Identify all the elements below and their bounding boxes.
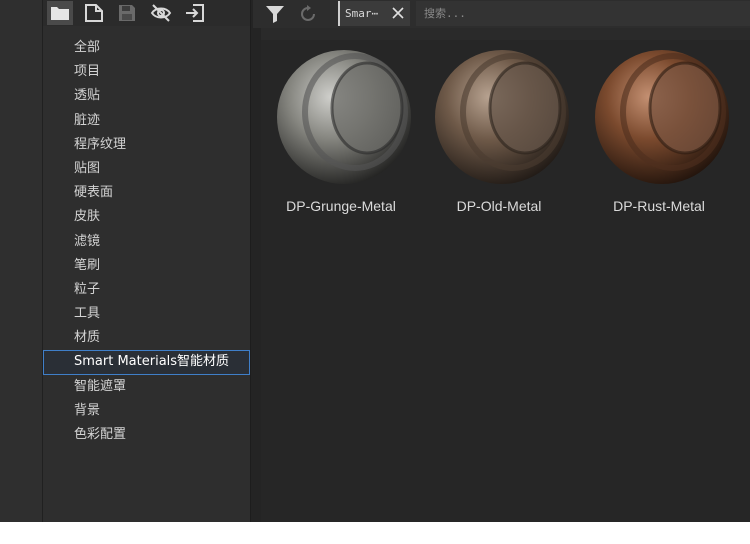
category-item-materials[interactable]: 材质 (43, 326, 250, 350)
asset-toolbar: Smar⋯ (253, 0, 750, 28)
category-item-smart-materials[interactable]: Smart Materials智能材质 (43, 350, 250, 375)
shelf-window: 全部 项目 透贴 脏迹 程序纹理 贴图 硬表面 皮肤 滤镜 笔刷 粒子 工具 材… (0, 0, 750, 522)
material-name: DP-Grunge-Metal (286, 198, 396, 214)
import-button[interactable] (182, 1, 208, 25)
category-item-skin[interactable]: 皮肤 (43, 205, 250, 229)
material-card[interactable]: DP-Old-Metal (419, 48, 579, 228)
filter-tag-label: Smar⋯ (345, 7, 379, 20)
category-item-textures[interactable]: 贴图 (43, 157, 250, 181)
category-item-smart-masks[interactable]: 智能遮罩 (43, 375, 250, 399)
category-list: 全部 项目 透贴 脏迹 程序纹理 贴图 硬表面 皮肤 滤镜 笔刷 粒子 工具 材… (43, 36, 250, 447)
material-name: DP-Rust-Metal (613, 198, 705, 214)
category-item-color-profiles[interactable]: 色彩配置 (43, 423, 250, 447)
category-toolbar (43, 0, 250, 26)
material-thumbnail (277, 50, 411, 184)
category-item-grunges[interactable]: 脏迹 (43, 109, 250, 133)
category-item-alphas[interactable]: 透贴 (43, 84, 250, 108)
category-item-hard-surfaces[interactable]: 硬表面 (43, 181, 250, 205)
close-icon[interactable] (392, 7, 404, 19)
side-strip (0, 0, 43, 522)
asset-grid: DP-Grunge-Metal DP-Old-Metal DP-Rust-Met… (261, 40, 750, 522)
search-box[interactable] (416, 1, 750, 26)
filter-icon (266, 6, 284, 23)
material-card[interactable]: DP-Rust-Metal (579, 48, 739, 228)
asset-panel: Smar⋯ 搜索... DP-Grunge-Metal DP-Old-Metal… (253, 0, 750, 522)
bottom-margin (0, 522, 750, 544)
category-item-procedurals[interactable]: 程序纹理 (43, 133, 250, 157)
category-item-brushes[interactable]: 笔刷 (43, 254, 250, 278)
hide-eye-icon (150, 4, 172, 22)
folder-icon (51, 7, 69, 20)
category-item-environment[interactable]: 背景 (43, 399, 250, 423)
new-document-icon (85, 4, 103, 22)
category-item-tools[interactable]: 工具 (43, 302, 250, 326)
hide-button[interactable] (148, 1, 174, 25)
category-item-particles[interactable]: 粒子 (43, 278, 250, 302)
save-icon (119, 5, 135, 21)
save-button[interactable] (114, 1, 140, 25)
import-icon (186, 4, 204, 22)
filter-button[interactable] (262, 2, 288, 26)
category-panel: 全部 项目 透贴 脏迹 程序纹理 贴图 硬表面 皮肤 滤镜 笔刷 粒子 工具 材… (43, 0, 250, 522)
material-thumbnail (595, 50, 729, 184)
material-thumbnail (435, 50, 569, 184)
folder-button[interactable] (47, 1, 73, 25)
active-filter-tag[interactable]: Smar⋯ (338, 1, 410, 26)
reset-button[interactable] (295, 2, 321, 26)
category-item-all[interactable]: 全部 (43, 36, 250, 60)
material-card[interactable]: DP-Grunge-Metal (261, 48, 421, 228)
material-name: DP-Old-Metal (456, 198, 542, 214)
category-item-project[interactable]: 项目 (43, 60, 250, 84)
refresh-icon (301, 5, 315, 21)
search-input[interactable] (424, 5, 724, 22)
new-document-button[interactable] (81, 1, 107, 25)
category-item-filters[interactable]: 滤镜 (43, 230, 250, 254)
